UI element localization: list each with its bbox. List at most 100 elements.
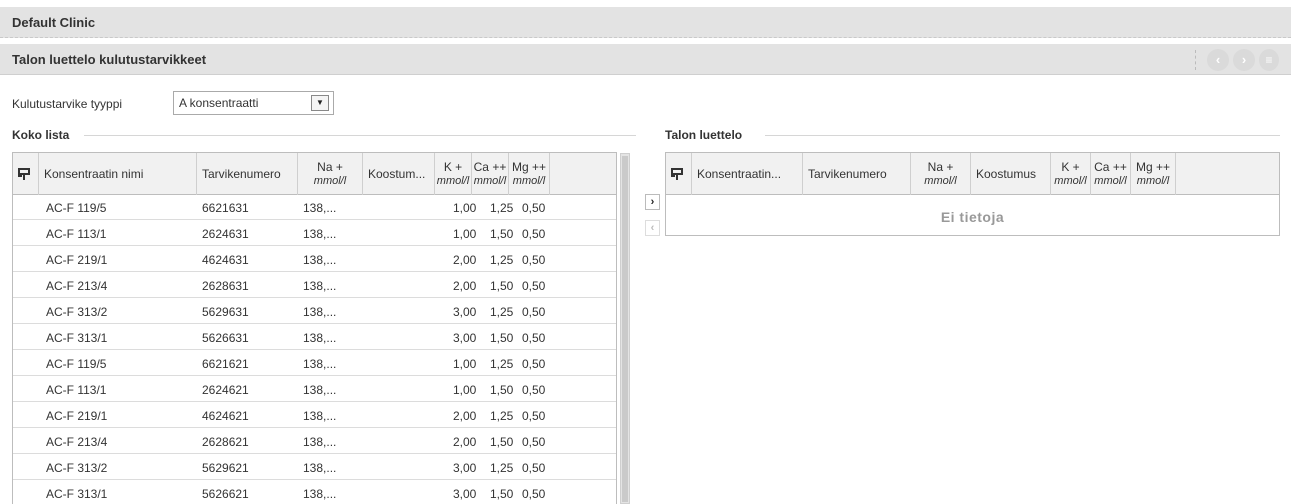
cell-ca: 1,50 [490, 383, 514, 397]
cell-name: AC-F 313/2 [46, 461, 108, 475]
table-row[interactable]: AC-F 313/2 5629631 138,... 3,00 1,25 0,50 [13, 299, 616, 324]
house-list-title: Talon luettelo [665, 128, 743, 142]
consumable-type-select[interactable]: A konsentraatti ▼ [173, 91, 334, 115]
cell-name: AC-F 119/5 [46, 357, 107, 371]
cell-na: 138,... [303, 253, 337, 267]
full-list-divider [84, 135, 636, 136]
cell-na: 138,... [303, 357, 337, 371]
header-k[interactable]: K + mmol/l [435, 153, 472, 195]
cell-item-number: 5629631 [202, 305, 249, 319]
header-concentrate-name[interactable]: Konsentraatin... [692, 153, 803, 195]
cell-item-number: 5626631 [202, 331, 249, 345]
cell-k: 1,00 [453, 383, 477, 397]
cell-ca: 1,25 [490, 201, 514, 215]
cell-name: AC-F 113/1 [46, 383, 107, 397]
table-row[interactable]: AC-F 113/1 2624621 138,... 1,00 1,50 0,50 [13, 377, 616, 402]
cell-mg: 0,50 [522, 357, 546, 371]
cell-mg: 0,50 [522, 331, 546, 345]
next-icon[interactable]: › [1233, 49, 1255, 71]
cell-na: 138,... [303, 409, 337, 423]
header-item-number[interactable]: Tarvikenumero [197, 153, 298, 195]
cell-na: 138,... [303, 383, 337, 397]
table-row[interactable]: AC-F 119/5 6621631 138,... 1,00 1,25 0,50 [13, 195, 616, 220]
cell-ca: 1,50 [490, 227, 514, 241]
cell-item-number: 2628631 [202, 279, 249, 293]
table-row[interactable]: AC-F 313/1 5626631 138,... 3,00 1,50 0,50 [13, 325, 616, 350]
add-to-list-button[interactable]: › [645, 194, 660, 210]
cell-ca: 1,50 [490, 279, 514, 293]
header-k[interactable]: K + mmol/l [1051, 153, 1091, 195]
table-row[interactable]: AC-F 313/1 5626621 138,... 3,00 1,50 0,50 [13, 481, 616, 504]
filter-icon[interactable] [670, 167, 684, 184]
filter-icon[interactable] [17, 167, 31, 184]
cell-mg: 0,50 [522, 461, 546, 475]
dropdown-arrow-icon[interactable]: ▼ [311, 95, 329, 111]
full-list-header: Konsentraatin nimi Tarvikenumero Na + mmo… [13, 153, 616, 195]
header-ca[interactable]: Ca ++ mmol/l [472, 153, 509, 195]
cell-ca: 1,25 [490, 357, 514, 371]
cell-name: AC-F 213/4 [46, 279, 108, 293]
cell-ca: 1,50 [490, 435, 514, 449]
cell-ca: 1,25 [490, 253, 514, 267]
column-filter-cell[interactable] [13, 153, 39, 195]
cell-na: 138,... [303, 435, 337, 449]
nav-separator [1195, 50, 1196, 70]
header-na[interactable]: Na + mmol/l [911, 153, 971, 195]
table-row[interactable]: AC-F 313/2 5629621 138,... 3,00 1,25 0,50 [13, 455, 616, 480]
scrollbar-thumb[interactable] [622, 156, 628, 502]
cell-item-number: 5629621 [202, 461, 249, 475]
clinic-header: Default Clinic [0, 7, 1291, 38]
header-composition[interactable]: Koostumus [971, 153, 1051, 195]
column-filter-cell[interactable] [666, 153, 692, 195]
cell-item-number: 6621621 [202, 357, 249, 371]
cell-item-number: 4624621 [202, 409, 249, 423]
cell-mg: 0,50 [522, 227, 546, 241]
page-titlebar: Talon luettelo kulutustarvikkeet ‹ › ≡ [0, 44, 1291, 75]
house-list-divider [765, 135, 1280, 136]
cell-item-number: 5626621 [202, 487, 249, 501]
full-list-scrollbar[interactable] [620, 153, 630, 504]
previous-icon[interactable]: ‹ [1207, 49, 1229, 71]
cell-name: AC-F 119/5 [46, 201, 107, 215]
cell-mg: 0,50 [522, 487, 546, 501]
table-row[interactable]: AC-F 219/1 4624621 138,... 2,00 1,25 0,50 [13, 403, 616, 428]
header-na[interactable]: Na + mmol/l [298, 153, 363, 195]
cell-name: AC-F 219/1 [46, 409, 108, 423]
cell-k: 2,00 [453, 435, 477, 449]
cell-name: AC-F 313/1 [46, 487, 108, 501]
cell-k: 3,00 [453, 487, 477, 501]
header-composition[interactable]: Koostum... [363, 153, 435, 195]
table-row[interactable]: AC-F 119/5 6621621 138,... 1,00 1,25 0,50 [13, 351, 616, 376]
cell-item-number: 2628621 [202, 435, 249, 449]
cell-mg: 0,50 [522, 201, 546, 215]
menu-icon[interactable]: ≡ [1259, 49, 1279, 71]
cell-name: AC-F 313/1 [46, 331, 108, 345]
cell-na: 138,... [303, 461, 337, 475]
header-item-number[interactable]: Tarvikenumero [803, 153, 911, 195]
cell-na: 138,... [303, 331, 337, 345]
cell-k: 2,00 [453, 409, 477, 423]
cell-name: AC-F 213/4 [46, 435, 108, 449]
table-row[interactable]: AC-F 213/4 2628631 138,... 2,00 1,50 0,50 [13, 273, 616, 298]
cell-k: 2,00 [453, 279, 477, 293]
cell-name: AC-F 313/2 [46, 305, 108, 319]
header-concentrate-name[interactable]: Konsentraatin nimi [39, 153, 197, 195]
header-ca[interactable]: Ca ++ mmol/l [1091, 153, 1131, 195]
cell-k: 3,00 [453, 305, 477, 319]
table-row[interactable]: AC-F 219/1 4624631 138,... 2,00 1,25 0,50 [13, 247, 616, 272]
header-mg[interactable]: Mg ++ mmol/l [1131, 153, 1176, 195]
table-row[interactable]: AC-F 113/1 2624631 138,... 1,00 1,50 0,50 [13, 221, 616, 246]
remove-from-list-button[interactable]: ‹ [645, 220, 660, 236]
table-row[interactable]: AC-F 213/4 2628621 138,... 2,00 1,50 0,50 [13, 429, 616, 454]
empty-state-text: Ei tietoja [940, 209, 1005, 225]
header-mg[interactable]: Mg ++ mmol/l [509, 153, 550, 195]
page-title: Talon luettelo kulutustarvikkeet [12, 52, 207, 67]
cell-mg: 0,50 [522, 253, 546, 267]
full-list-title: Koko lista [12, 128, 70, 142]
cell-item-number: 4624631 [202, 253, 249, 267]
cell-na: 138,... [303, 487, 337, 501]
cell-name: AC-F 113/1 [46, 227, 107, 241]
cell-k: 1,00 [453, 227, 477, 241]
cell-na: 138,... [303, 305, 337, 319]
cell-k: 1,00 [453, 201, 477, 215]
